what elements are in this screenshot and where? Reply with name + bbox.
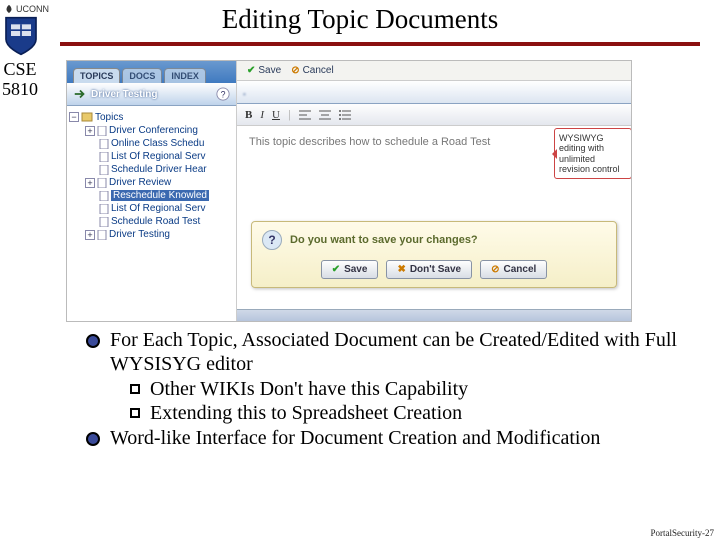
list-icon[interactable] <box>339 109 351 121</box>
tree-item[interactable]: +Driver Conferencing <box>69 124 234 137</box>
tree-item[interactable]: Schedule Road Test <box>69 215 234 228</box>
topic-tree: − Topics +Driver Conferencing Online Clas… <box>67 106 236 321</box>
page-icon <box>97 126 107 136</box>
editor-footer-strip <box>237 309 631 321</box>
help-icon[interactable]: ? <box>216 87 230 101</box>
expand-icon[interactable]: + <box>85 230 95 240</box>
tree-root-label: Topics <box>95 112 123 123</box>
tab-index[interactable]: INDEX <box>164 68 206 83</box>
save-dialog-backdrop: ? Do you want to save your changes? ✔Sav… <box>237 215 631 307</box>
dialog-message: Do you want to save your changes? <box>290 234 478 246</box>
bullet-1-text: For Each Topic, Associated Document can … <box>110 328 700 377</box>
tree-item[interactable]: List Of Regional Serv <box>69 150 234 163</box>
tree-root[interactable]: − Topics <box>69 110 234 124</box>
save-button[interactable]: ✔Save <box>247 65 281 76</box>
doc-text: This topic describes how to schedule a R… <box>249 136 490 148</box>
page-icon <box>97 230 107 240</box>
tree-item[interactable]: Schedule Driver Hear <box>69 163 234 176</box>
align-center-icon[interactable] <box>319 109 331 121</box>
page-icon <box>97 178 107 188</box>
x-icon: ✖ <box>397 264 405 275</box>
slide-footer: PortalSecurity-27 <box>651 528 715 538</box>
bullet-1: For Each Topic, Associated Document can … <box>86 328 700 377</box>
editor-pane: ✔Save ⊘Cancel . B I U | This topic descr… <box>237 61 631 321</box>
bullet-1a: Other WIKIs Don't have this Capability <box>130 377 700 401</box>
save-dialog: ? Do you want to save your changes? ✔Sav… <box>251 221 617 288</box>
underline-button[interactable]: U <box>272 109 280 121</box>
bullet-1b: Extending this to Spreadsheet Creation <box>130 401 700 425</box>
cancel-icon: ⊘ <box>491 264 499 275</box>
sidebar: TOPICS DOCS INDEX Driver Testing ? − Topi… <box>67 61 237 321</box>
format-bar: B I U | <box>237 104 631 126</box>
page-icon <box>99 139 109 149</box>
subbullet-mark-icon <box>130 408 140 418</box>
italic-button[interactable]: I <box>260 109 264 121</box>
tab-bar: TOPICS DOCS INDEX <box>67 61 236 83</box>
app-screenshot: TOPICS DOCS INDEX Driver Testing ? − Topi… <box>66 60 632 322</box>
page-icon <box>99 191 109 201</box>
collapse-icon[interactable]: − <box>69 112 79 122</box>
arrow-icon <box>73 87 87 101</box>
page-icon <box>99 204 109 214</box>
slide: UCONN Editing Topic Documents CSE 5810 T… <box>0 0 720 540</box>
bullet-2: Word-like Interface for Document Creatio… <box>86 426 700 450</box>
tree-item[interactable]: +Driver Review <box>69 176 234 189</box>
tree-item[interactable]: Online Class Schedu <box>69 137 234 150</box>
tab-topics[interactable]: TOPICS <box>73 68 120 83</box>
divider: | <box>288 109 291 121</box>
bullet-2-text: Word-like Interface for Document Creatio… <box>110 426 600 450</box>
check-icon: ✔ <box>247 65 255 76</box>
dialog-cancel-button[interactable]: ⊘Cancel <box>480 260 547 279</box>
subbullet-mark-icon <box>130 384 140 394</box>
course-line1: CSE <box>2 60 38 80</box>
dialog-save-button[interactable]: ✔Save <box>321 260 379 279</box>
editor-header: . <box>237 81 631 104</box>
tree-item[interactable]: +Driver Testing <box>69 228 234 241</box>
tree-title: Driver Testing <box>91 89 212 100</box>
tree-item[interactable]: List Of Regional Serv <box>69 202 234 215</box>
expand-icon[interactable]: + <box>85 126 95 136</box>
editor-body[interactable]: This topic describes how to schedule a R… <box>237 126 631 321</box>
cancel-icon: ⊘ <box>291 65 299 76</box>
check-icon: ✔ <box>332 264 340 275</box>
title-rule <box>60 42 700 46</box>
bullet-1b-text: Extending this to Spreadsheet Creation <box>150 401 462 425</box>
page-icon <box>99 165 109 175</box>
editor-toolbar: ✔Save ⊘Cancel <box>237 61 631 81</box>
bold-button[interactable]: B <box>245 109 252 121</box>
course-code: CSE 5810 <box>2 60 38 100</box>
bullet-mark-icon <box>86 334 100 348</box>
page-icon <box>99 152 109 162</box>
tree-header: Driver Testing ? <box>67 83 236 106</box>
align-left-icon[interactable] <box>299 109 311 121</box>
page-title: Editing Topic Documents <box>0 4 720 35</box>
page-icon <box>99 217 109 227</box>
slide-content: For Each Topic, Associated Document can … <box>86 328 700 450</box>
svg-text:?: ? <box>221 90 226 100</box>
tree-item-selected[interactable]: Reschedule Knowled <box>69 189 234 202</box>
book-icon <box>81 111 93 123</box>
bullet-mark-icon <box>86 432 100 446</box>
question-icon: ? <box>262 230 282 250</box>
tab-docs[interactable]: DOCS <box>122 68 162 83</box>
callout-note: WYSIWYG editing with unlimited revision … <box>554 128 632 179</box>
bullet-1a-text: Other WIKIs Don't have this Capability <box>150 377 468 401</box>
expand-icon[interactable]: + <box>85 178 95 188</box>
dialog-dont-save-button[interactable]: ✖Don't Save <box>386 260 472 279</box>
course-line2: 5810 <box>2 80 38 100</box>
cancel-button[interactable]: ⊘Cancel <box>291 65 334 76</box>
